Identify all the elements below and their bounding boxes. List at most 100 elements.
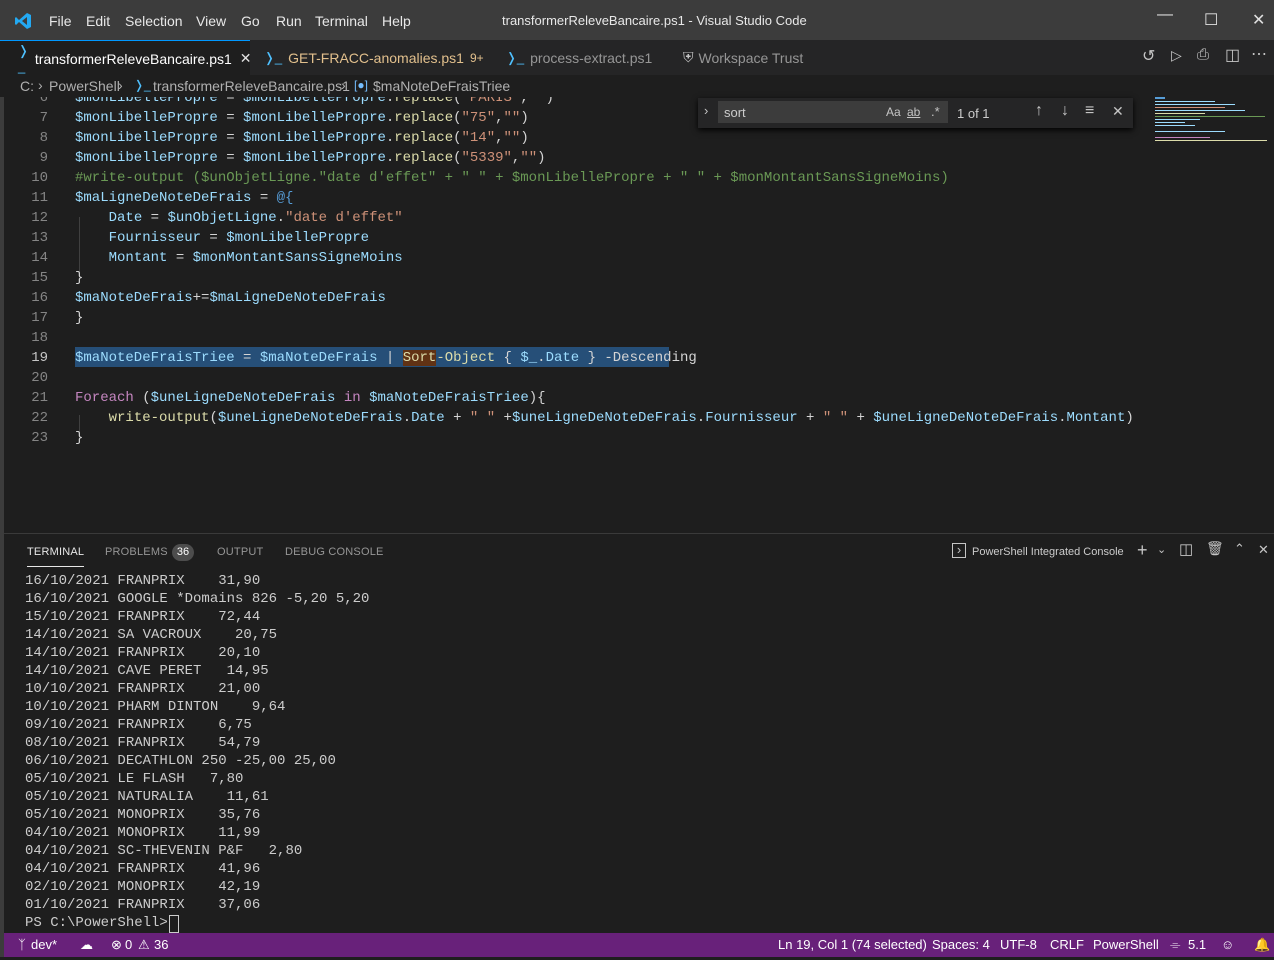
- menu-edit[interactable]: Edit: [86, 13, 110, 29]
- menu-terminal[interactable]: Terminal: [315, 13, 368, 29]
- code-line[interactable]: $monLibellePropre = $monLibellePropre.re…: [75, 97, 554, 106]
- find-in-selection-icon[interactable]: ≡: [1085, 102, 1094, 120]
- line-number: 10: [31, 170, 48, 186]
- breadcrumb-symbol[interactable]: $maNoteDeFraisTriee: [373, 78, 510, 94]
- menu-run[interactable]: Run: [276, 13, 302, 29]
- regex-icon[interactable]: .*: [931, 104, 940, 119]
- code-line[interactable]: Date = $unObjetLigne."date d'effet": [75, 210, 403, 226]
- terminal-line: 01/10/2021 FRANPRIX 37,06: [25, 897, 261, 913]
- toggle-replace-icon[interactable]: ›: [704, 103, 708, 118]
- tab-terminal[interactable]: TERMINAL: [27, 546, 85, 567]
- menu-selection[interactable]: Selection: [125, 13, 183, 29]
- breadcrumb-file[interactable]: transformerReleveBancaire.ps1: [153, 78, 350, 94]
- terminal-line: 15/10/2021 FRANPRIX 72,44: [25, 609, 261, 625]
- menu-go[interactable]: Go: [241, 13, 260, 29]
- line-number: 11: [31, 190, 48, 206]
- tab-get-fracc[interactable]: ❭_ GET-FRACC-anomalies.ps1 9+: [250, 40, 490, 75]
- more-actions-icon[interactable]: ⋯: [1251, 44, 1267, 64]
- run-icon[interactable]: ▷: [1171, 47, 1182, 64]
- next-match-icon[interactable]: ↓: [1061, 102, 1069, 120]
- tab-process-extract[interactable]: ❭_ process-extract.ps1: [490, 40, 668, 75]
- match-case-icon[interactable]: Aa: [886, 105, 901, 119]
- trash-icon[interactable]: 🗑: [1206, 540, 1224, 557]
- split-terminal-icon[interactable]: ◫: [1179, 540, 1193, 558]
- line-number: 16: [31, 290, 48, 306]
- terminal-line: 10/10/2021 PHARM DINTON 9,64: [25, 699, 286, 715]
- close-window-icon[interactable]: ✕: [1252, 10, 1265, 30]
- code-line[interactable]: $monLibellePropre = $monLibellePropre.re…: [75, 150, 546, 166]
- warning-count[interactable]: 36: [154, 937, 168, 952]
- tab-problems[interactable]: PROBLEMS: [105, 546, 168, 558]
- branch-name[interactable]: dev*: [31, 937, 57, 952]
- terminal-line: 05/10/2021 MONOPRIX 35,76: [25, 807, 261, 823]
- terminal-line: 09/10/2021 FRANPRIX 6,75: [25, 717, 252, 733]
- close-find-icon[interactable]: ✕: [1112, 103, 1124, 120]
- timeline-icon[interactable]: ↺: [1142, 46, 1155, 66]
- breadcrumb-drive[interactable]: C:: [20, 78, 34, 94]
- find-input[interactable]: sort Aa ab .*: [718, 101, 948, 123]
- tab-output[interactable]: OUTPUT: [217, 546, 263, 558]
- code-line[interactable]: Montant = $monMontantSansSigneMoins: [75, 250, 403, 266]
- minimize-icon[interactable]: —: [1157, 6, 1173, 24]
- maximize-icon[interactable]: ☐: [1204, 10, 1218, 30]
- code-line[interactable]: Foreach ($uneLigneDeNoteDeFrais in $maNo…: [75, 390, 546, 406]
- code-line[interactable]: Fournisseur = $monLibellePropre: [75, 230, 369, 246]
- editor-tabs: ❭_ transformerReleveBancaire.ps1 ✕ ❭_ GE…: [0, 40, 1274, 76]
- code-line[interactable]: $monLibellePropre = $monLibellePropre.re…: [75, 130, 529, 146]
- tab-workspace-trust[interactable]: ⛨ Workspace Trust: [668, 40, 833, 75]
- line-number: 15: [31, 270, 48, 286]
- code-line[interactable]: $monLibellePropre = $monLibellePropre.re…: [75, 110, 529, 126]
- code-line[interactable]: #write-output ($unObjetLigne."date d'eff…: [75, 170, 949, 186]
- terminal-line: 14/10/2021 SA VACROUX 20,75: [25, 627, 278, 643]
- powershell-version[interactable]: 5.1: [1188, 937, 1206, 952]
- terminal-line: 05/10/2021 NATURALIA 11,61: [25, 789, 269, 805]
- error-count[interactable]: 0: [125, 937, 132, 952]
- maximize-panel-icon[interactable]: ⌃: [1234, 541, 1245, 557]
- line-number: 21: [31, 390, 48, 406]
- language-mode[interactable]: PowerShell: [1093, 937, 1159, 952]
- sync-icon[interactable]: ☁: [80, 937, 93, 953]
- line-number: 17: [31, 310, 48, 326]
- tab-transformer[interactable]: ❭_ transformerReleveBancaire.ps1 ✕: [0, 40, 252, 76]
- tab-label: transformerReleveBancaire.ps1: [34, 50, 232, 67]
- indentation[interactable]: Spaces: 4: [932, 937, 990, 952]
- notifications-icon[interactable]: 🔔: [1254, 937, 1270, 953]
- tab-label: GET-FRACC-anomalies.ps1: [288, 49, 464, 66]
- menu-help[interactable]: Help: [382, 13, 411, 29]
- menu-view[interactable]: View: [196, 13, 226, 29]
- tab-problems-badge: 9+: [469, 50, 484, 65]
- code-line[interactable]: $maLigneDeNoteDeFrais = @{: [75, 190, 293, 206]
- terminal-line: 05/10/2021 LE FLASH 7,80: [25, 771, 244, 787]
- branch-icon: ᛉ: [18, 937, 26, 952]
- open-changes-icon[interactable]: ⎙: [1197, 46, 1209, 63]
- line-ending[interactable]: CRLF: [1050, 937, 1084, 952]
- close-panel-icon[interactable]: ✕: [1258, 542, 1269, 558]
- feedback-icon[interactable]: ☺: [1221, 937, 1234, 952]
- chevron-down-icon[interactable]: ⌄: [1157, 543, 1166, 556]
- tab-debug-console[interactable]: DEBUG CONSOLE: [285, 546, 384, 558]
- minimap[interactable]: [1155, 97, 1270, 147]
- terminal-prompt[interactable]: PS C:\PowerShell>: [25, 915, 176, 931]
- line-number: 12: [31, 210, 48, 226]
- split-editor-icon[interactable]: ◫: [1225, 45, 1240, 65]
- new-terminal-icon[interactable]: +: [1137, 540, 1148, 561]
- code-line[interactable]: }: [75, 310, 83, 326]
- code-line-selected[interactable]: $maNoteDeFraisTriee = $maNoteDeFrais | S…: [75, 350, 697, 366]
- menu-file[interactable]: File: [49, 13, 72, 29]
- cursor-position[interactable]: Ln 19, Col 1 (74 selected): [778, 937, 927, 952]
- code-line[interactable]: }: [75, 430, 83, 446]
- breadcrumb-folder[interactable]: PowerShell: [49, 78, 120, 94]
- terminal-selector[interactable]: PowerShell Integrated Console: [972, 546, 1124, 558]
- terminal-line: 14/10/2021 CAVE PERET 14,95: [25, 663, 269, 679]
- encoding[interactable]: UTF-8: [1000, 937, 1037, 952]
- whole-word-icon[interactable]: ab: [907, 105, 920, 119]
- code-line[interactable]: $maNoteDeFrais+=$maLigneDeNoteDeFrais: [75, 290, 386, 306]
- code-editor[interactable]: 6 $monLibellePropre = $monLibellePropre.…: [4, 97, 1274, 533]
- line-number: 22: [31, 410, 48, 426]
- terminal-line: 04/10/2021 MONOPRIX 11,99: [25, 825, 261, 841]
- line-number: 23: [31, 430, 48, 446]
- previous-match-icon[interactable]: ↑: [1035, 102, 1043, 120]
- code-line[interactable]: write-output($uneLigneDeNoteDeFrais.Date…: [75, 410, 1134, 426]
- terminal-icon: ›: [952, 543, 966, 558]
- code-line[interactable]: }: [75, 270, 83, 286]
